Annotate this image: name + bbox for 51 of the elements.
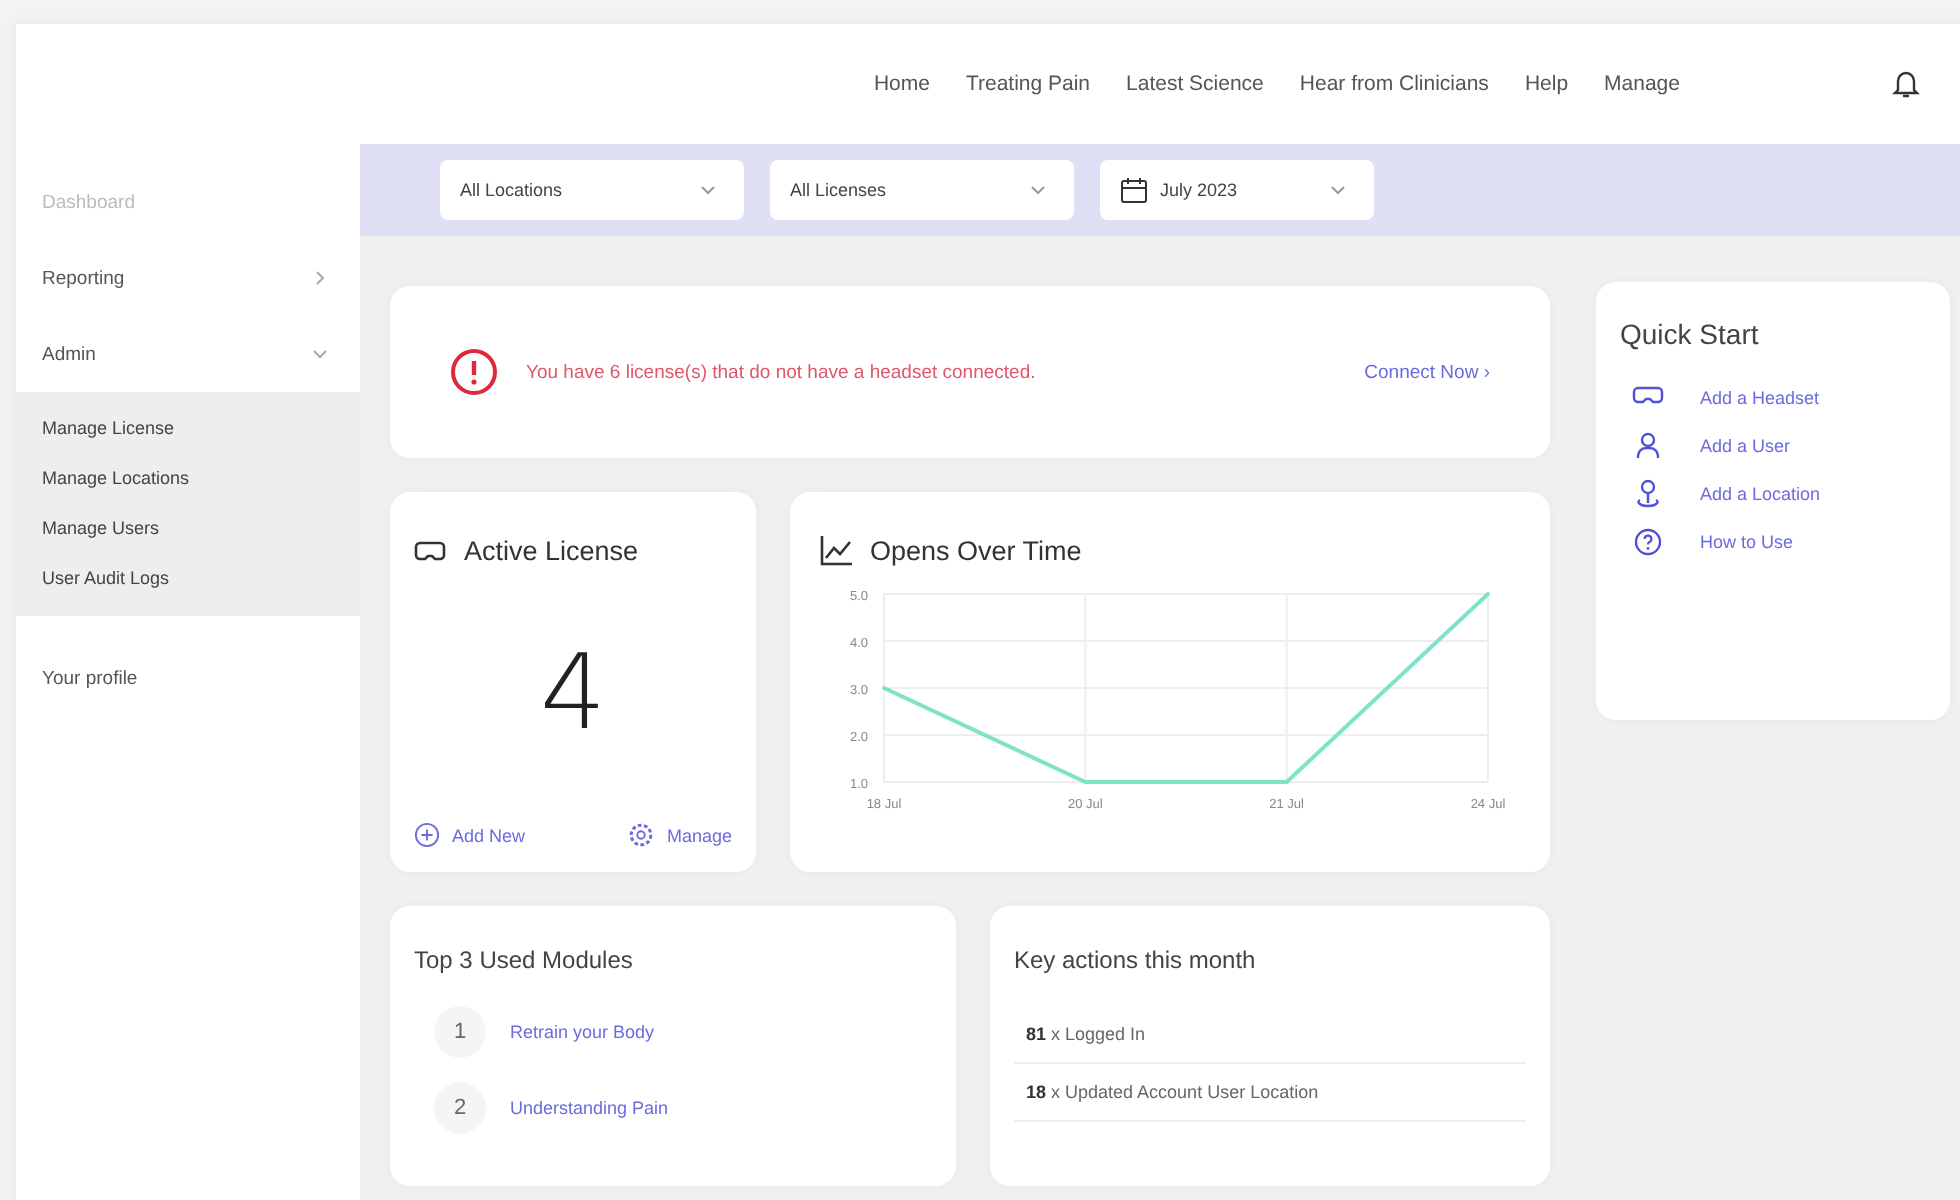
- connect-now-link[interactable]: Connect Now ›: [1364, 361, 1490, 383]
- nav-link[interactable]: Hear from Clinicians: [1299, 72, 1489, 96]
- module-link[interactable]: Understanding Pain: [510, 1098, 669, 1118]
- help-icon: [1632, 526, 1664, 558]
- sidebar-item[interactable]: Your profile: [16, 640, 360, 716]
- chevron-down-icon: [312, 346, 328, 362]
- quick-start-link[interactable]: Add a Location: [1620, 470, 1926, 518]
- filter-dropdown[interactable]: All Locations: [440, 160, 744, 220]
- sidebar-item[interactable]: Reporting: [16, 240, 360, 316]
- quick-start-link[interactable]: How to Use: [1620, 518, 1926, 566]
- sidebar-subitem[interactable]: Manage Users: [16, 504, 360, 554]
- sidebar-item[interactable]: Admin: [16, 316, 360, 392]
- location-pin-icon: [1632, 478, 1664, 510]
- headset-icon: [414, 539, 446, 563]
- line-chart-icon: [820, 536, 852, 566]
- rank-badge: 2: [434, 1082, 486, 1134]
- nav-link[interactable]: Manage: [1604, 72, 1680, 96]
- plus-circle-icon: [414, 822, 440, 848]
- quick-start-link[interactable]: Add a User: [1620, 422, 1926, 470]
- calendar-icon: [1120, 176, 1148, 204]
- warning-icon: [450, 348, 498, 396]
- gear-icon: [628, 822, 655, 848]
- filter-dropdown[interactable]: July 2023: [1100, 160, 1374, 220]
- sidebar-subitem[interactable]: Manage License: [16, 404, 360, 454]
- card-title: Opens Over Time: [870, 536, 1082, 566]
- filter-dropdown[interactable]: All Licenses: [770, 160, 1074, 220]
- chevron-right-icon: [312, 270, 328, 286]
- nav-link[interactable]: Home: [873, 72, 930, 96]
- add-new-link[interactable]: Add New: [414, 822, 526, 848]
- chevron-down-icon: [700, 182, 716, 198]
- card-title: Top 3 Used Modules: [414, 946, 635, 974]
- user-icon: [1632, 430, 1664, 462]
- sidebar-subitem[interactable]: Manage Locations: [16, 454, 360, 504]
- nav-link[interactable]: Latest Science: [1126, 72, 1264, 96]
- chevron-down-icon: [1030, 182, 1046, 198]
- license-count: 4: [537, 632, 609, 758]
- manage-link[interactable]: Manage: [628, 822, 732, 848]
- module-link[interactable]: Retrain your Body: [510, 1022, 655, 1042]
- key-action-row: 18 x Updated Account User Location: [1014, 1064, 1526, 1122]
- key-action-row: 81 x Logged In: [1014, 1006, 1526, 1064]
- alert-message: You have 6 license(s) that do not have a headset connected.: [526, 361, 1038, 383]
- quick-start-link[interactable]: Add a Headset: [1620, 374, 1926, 422]
- nav-link[interactable]: Treating Pain: [965, 72, 1091, 96]
- rank-badge: 1: [434, 1006, 486, 1058]
- card-title: Key actions this month: [1014, 946, 1258, 974]
- nav-link[interactable]: Help: [1524, 72, 1569, 96]
- card-title: Quick Start: [1620, 318, 1761, 350]
- notifications-bell-icon[interactable]: [1892, 68, 1920, 100]
- chevron-down-icon: [1330, 182, 1346, 198]
- sidebar-subitem[interactable]: User Audit Logs: [16, 554, 360, 604]
- card-title: Active License: [464, 536, 639, 566]
